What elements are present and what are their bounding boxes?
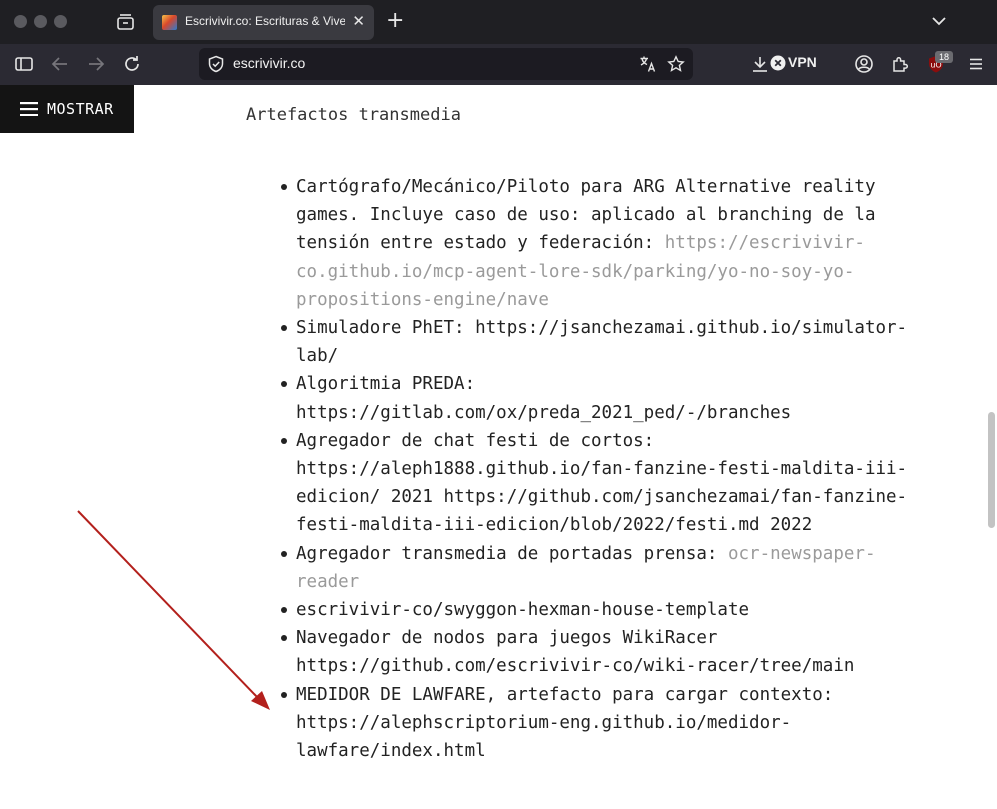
minimize-window-button[interactable] — [34, 15, 47, 28]
annotation-arrow-icon — [77, 510, 270, 710]
navigation-toolbar: escrivivir.co VPN uO 18 — [0, 44, 997, 85]
address-bar[interactable]: escrivivir.co — [199, 48, 693, 80]
extensions-puzzle-icon[interactable] — [890, 54, 910, 74]
back-arrow-icon[interactable] — [50, 54, 70, 74]
vpn-status-icon[interactable] — [770, 55, 786, 75]
new-tab-plus-icon[interactable]: + — [386, 9, 404, 33]
zoom-window-button[interactable] — [54, 15, 67, 28]
tab-overview-icon[interactable] — [116, 12, 135, 31]
close-window-button[interactable] — [14, 15, 27, 28]
chevron-down-icon[interactable] — [930, 12, 948, 30]
site-favicon-icon — [162, 15, 177, 30]
extension-badge-count: 18 — [935, 51, 953, 63]
hamburger-menu-icon[interactable] — [966, 54, 986, 74]
shield-icon[interactable] — [207, 55, 225, 77]
tab-title: Escrivivir.co: Escrituras & Vivencias — [185, 14, 345, 28]
sidebar-toggle-icon[interactable] — [14, 54, 34, 74]
download-icon[interactable] — [750, 54, 770, 74]
url-text[interactable]: escrivivir.co — [233, 55, 305, 71]
close-tab-icon[interactable]: ✕ — [352, 13, 365, 30]
reload-icon[interactable] — [122, 54, 142, 74]
tab-bar: Escrivivir.co: Escrituras & Vivencias ✕ … — [0, 0, 997, 44]
vpn-button[interactable]: VPN — [788, 54, 817, 70]
forward-arrow-icon[interactable] — [86, 54, 106, 74]
account-icon[interactable] — [854, 54, 874, 74]
bookmark-star-icon[interactable] — [667, 55, 685, 77]
active-tab[interactable]: Escrivivir.co: Escrituras & Vivencias ✕ — [153, 5, 374, 40]
translate-icon[interactable] — [639, 55, 657, 77]
page-content: MOSTRAR Artefactos transmedia Cartógrafo… — [0, 85, 997, 809]
